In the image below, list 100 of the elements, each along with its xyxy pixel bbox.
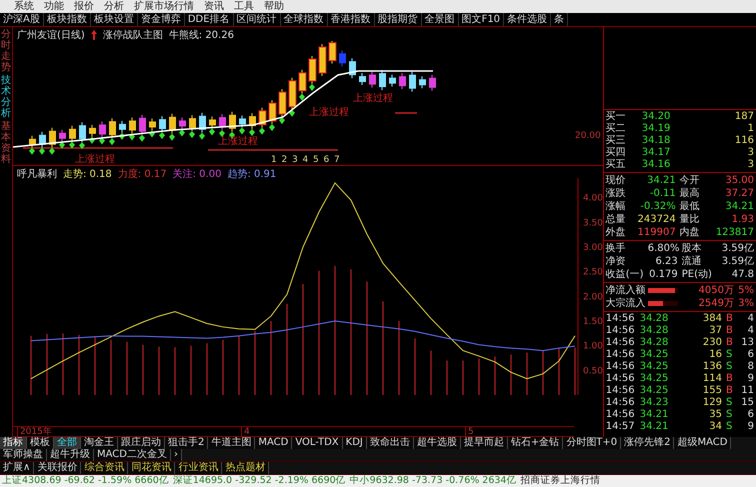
indicator-tab[interactable]: 淘金王 [81,437,118,449]
info-tab[interactable]: 综合资讯 [81,462,128,474]
annotation-label: 上涨过程 [218,136,258,147]
indicator-value: 力度: 0.17 [118,168,167,181]
candlestick [258,107,266,128]
tick-time: 14:56 [604,313,636,325]
quote-value: 1.93 [730,214,755,226]
candlestick [278,88,286,118]
info-tab[interactable]: 关联报价 [34,462,82,474]
info-tab[interactable]: 行业资讯 [175,462,222,474]
candlestick [418,76,426,89]
indicator-tab[interactable]: 狙击手2 [165,437,208,449]
indicator-tab[interactable]: 超牛升级 [47,449,94,461]
tick-side: S [725,397,734,409]
menu-item[interactable]: 功能 [44,0,64,12]
annotation-label: 上涨过程 [74,154,115,165]
toolbar-button[interactable]: 股指期货 [374,13,422,26]
toolbar-button[interactable]: 板块设置 [90,13,138,26]
tick-count: 9 [746,373,755,385]
menu-item[interactable]: 系统 [14,0,34,12]
menu-item[interactable]: 报价 [74,0,94,12]
menu-item[interactable]: 资讯 [204,0,224,12]
mode-tab[interactable]: 模板 [27,437,54,449]
quote-value: 243724 [636,214,677,226]
indicator-tab[interactable]: VOL-TDX [292,437,343,449]
toolbar-button[interactable]: 全景图 [422,13,459,26]
quote-value: 34.21 [646,174,677,186]
tick-price: 34.25 [638,385,670,397]
bid-label: 买五 [604,159,627,171]
expand-button[interactable]: 扩展∧ [0,462,34,474]
diamond-marker [28,148,35,155]
side-tab[interactable]: 分时走势 [0,29,10,73]
quote-label: 最低 [678,200,701,212]
candlestick [178,116,186,130]
tick-volume: 129 [702,397,723,409]
diamond-marker [58,142,65,149]
tick-side: B [725,325,734,337]
more-tabs-button[interactable]: › [170,449,182,461]
tick-side: B [725,313,734,325]
candlestick [228,111,236,132]
candlestick [38,131,46,148]
diamond-marker [138,134,145,142]
indicator-tab[interactable]: 超级MACD [674,437,732,449]
quote-label: 现价 [604,174,627,186]
indicator-tab[interactable]: 钻石+金钻 [508,437,564,449]
menu-item[interactable]: 工具 [234,0,254,12]
diamond-marker [98,138,105,145]
diamond-marker [178,129,185,136]
info-tab[interactable]: 热点题材 [222,462,270,474]
info-tab[interactable]: 同花资讯 [128,462,176,474]
quote-value: 37.27 [724,188,755,200]
bid-label: 买二 [604,123,627,135]
quote-label: 涨跌 [604,188,627,200]
indicator-tab[interactable]: 分时图T+0 [563,437,622,449]
indicator-tab[interactable]: 提早而起 [460,437,508,449]
indicator-tab[interactable]: 全部 [54,437,81,449]
flow-amount: 4050万 [698,284,735,296]
toolbar-button[interactable]: 资金博弈 [138,13,185,26]
indicator-tab[interactable]: MACD [255,437,292,449]
candlestick [388,74,396,88]
menu-item[interactable]: 扩展市场行情 [134,0,194,12]
indicator-tab[interactable]: 跟庄启动 [118,437,165,449]
indicator-tab[interactable]: 军师操盘 [0,449,47,461]
side-tab[interactable]: 技术分析 [0,75,10,119]
tick-volume: 136 [702,361,723,373]
indicator-tab[interactable]: MACD二次金叉 [94,449,171,461]
toolbar-button[interactable]: 条件选股 [504,13,552,26]
toolbar-button[interactable]: 沪深A股 [0,13,44,26]
menu-item[interactable]: 帮助 [264,0,284,12]
bid-price: 34.16 [640,159,672,171]
diamond-marker [88,136,95,144]
tick-time: 14:56 [604,325,636,337]
candlestick [68,125,76,142]
tick-volume: 34 [708,421,723,433]
toolbar-button[interactable]: 全球指数 [280,13,328,26]
indicator-tab[interactable]: 致命出击 [366,437,414,449]
diamond-marker [158,132,165,140]
quote-label: 换手 [604,242,627,254]
quote-label: 最高 [678,188,701,200]
indicator-tab[interactable]: KDJ [342,437,367,449]
diamond-marker [238,127,245,134]
toolbar-button[interactable]: 条 [551,13,568,26]
axis-label: 4.00 [582,194,603,204]
indicator-tab[interactable]: 涨停先锋2 [621,437,674,449]
toolbar-button[interactable]: 板块指数 [44,13,91,26]
toolbar-button[interactable]: 香港指数 [328,13,375,26]
tick-volume: 384 [702,313,723,325]
tick-time: 14:56 [604,337,636,349]
toolbar-button[interactable]: 图文F10 [458,13,504,26]
tick-price: 34.23 [638,397,670,409]
indicator-tab[interactable]: 超牛选股 [414,437,461,449]
side-tab[interactable]: 基本资料 [0,121,10,165]
toolbar-button[interactable]: DDE排名 [184,13,234,26]
tick-side: B [725,337,734,349]
mode-tab[interactable]: 指标 [0,437,27,449]
bid-price: 34.18 [640,135,672,147]
indicator-tab[interactable]: 牛道主图 [208,437,256,449]
toolbar-button[interactable]: 区间统计 [234,13,281,26]
menu-item[interactable]: 分析 [104,0,124,12]
quote-label: 外盘 [604,226,627,238]
